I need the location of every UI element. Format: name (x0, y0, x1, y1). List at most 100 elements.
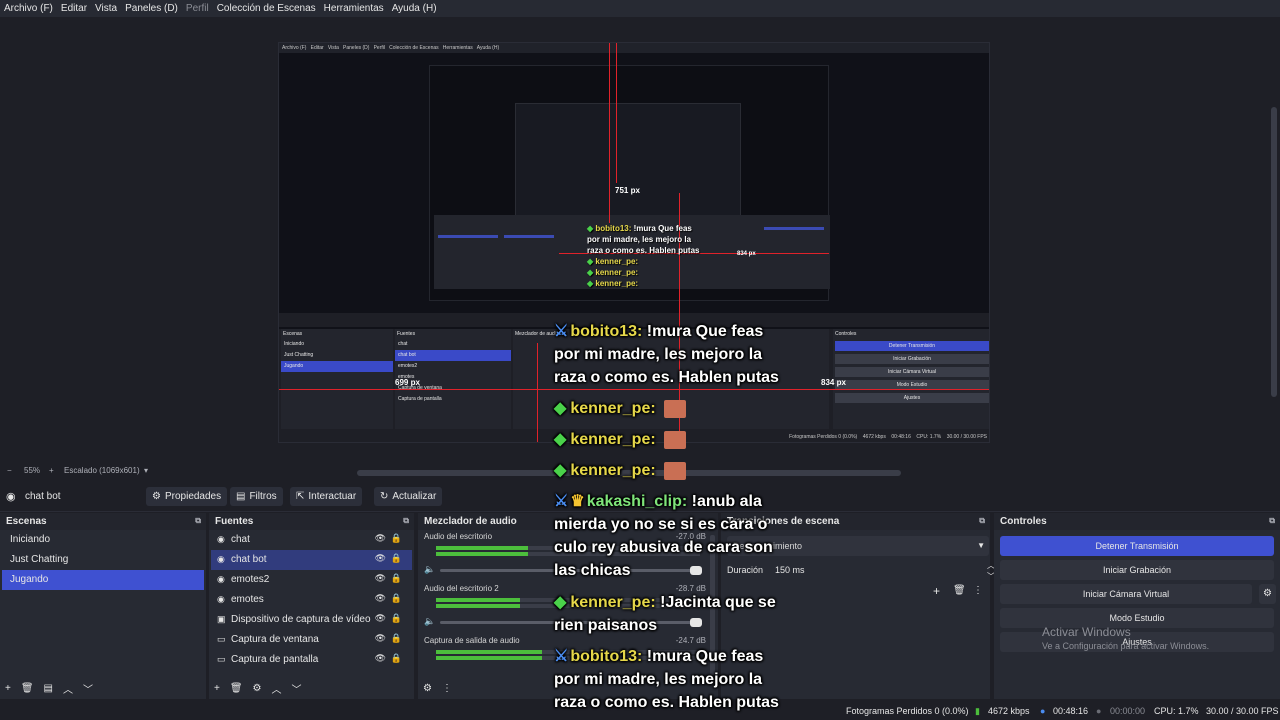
menu-help[interactable]: Ayuda (H) (392, 3, 437, 14)
selected-source-name: chat bot (25, 491, 61, 502)
emote-icon (664, 399, 687, 418)
nested-virtual-cam: Iniciar Cámara Virtual (835, 367, 989, 377)
eye-icon[interactable]: 👁 (375, 593, 386, 604)
scenes-dock: Escenas ⧉ Iniciando Just Chatting Jugando… (0, 513, 208, 699)
chat-username: kenner_pe: (570, 462, 661, 479)
undock-icon[interactable]: ⧉ (979, 516, 985, 526)
browser-icon: ◉ (217, 534, 225, 544)
scene-filters-icon[interactable]: ▤ (44, 683, 53, 694)
chat-username: kakashi_clip: (586, 493, 692, 510)
trash-icon[interactable]: 🗑 (230, 683, 243, 694)
undock-icon[interactable]: ⧉ (195, 516, 201, 526)
move-down-icon[interactable]: ﹀ (83, 681, 93, 696)
eye-icon[interactable]: 👁 (375, 613, 386, 624)
chat-text: por mi madre, les mejoro la (554, 671, 763, 688)
filter-icon: ▤ (236, 491, 246, 502)
duration-label: Duración (727, 565, 764, 575)
chat-message: ◆ kenner_pe: !Jacinta que se (554, 591, 776, 614)
scene-item-selected[interactable]: Jugando (2, 570, 204, 590)
subscriber-badge-icon: ◆ (554, 594, 567, 611)
chat-message: por mi madre, les mejoro la (554, 668, 762, 691)
menu-view[interactable]: Vista (95, 3, 117, 14)
trash-icon[interactable]: 🗑 (21, 683, 34, 694)
source-item[interactable]: ▣ Dispositivo de captura de vídeo 👁 🔒 (211, 610, 412, 630)
source-item[interactable]: ◉ emotes2 👁 🔒 (211, 570, 412, 590)
source-item[interactable]: ▭ Captura de ventana 👁 🔒 (211, 630, 412, 650)
eye-icon[interactable]: 👁 (375, 553, 386, 564)
chat-message: raza o como es. Hablen putas (554, 691, 779, 714)
sword-badge-icon: ⚔ (554, 648, 569, 665)
refresh-button[interactable]: ↻ Actualizar (374, 487, 443, 506)
more-options-icon[interactable]: ⋮ (973, 585, 983, 596)
gear-icon[interactable]: ⚙ (253, 683, 262, 694)
eye-icon[interactable]: 👁 (375, 573, 386, 584)
lock-icon[interactable]: 🔒 (391, 573, 402, 584)
eye-icon[interactable]: 👁 (375, 633, 386, 644)
source-item[interactable]: ▭ Captura de pantalla 👁 🔒 (211, 650, 412, 670)
source-item[interactable]: ◉ emotes 👁 🔒 (211, 590, 412, 610)
move-up-icon[interactable]: ︿ (272, 681, 282, 696)
lock-icon[interactable]: 🔒 (391, 533, 402, 544)
nested-preview-inner (515, 103, 741, 223)
duration-input[interactable]: 150 ms (775, 565, 805, 575)
virtual-camera-button[interactable]: Iniciar Cámara Virtual (1000, 584, 1252, 604)
gear-icon[interactable]: ⚙ (1259, 584, 1276, 604)
start-recording-button[interactable]: Iniciar Grabación (1000, 560, 1274, 580)
scale-mode[interactable]: Escalado (1069x601) (64, 466, 140, 475)
zoom-in-button[interactable]: + (49, 466, 54, 475)
source-item-selected[interactable]: ◉ chat bot 👁 🔒 (211, 550, 412, 570)
scene-item[interactable]: Iniciando (2, 530, 204, 550)
menu-file[interactable]: Archivo (F) (4, 3, 53, 14)
filters-button[interactable]: ▤ Filtros (230, 487, 283, 506)
windows-activation-watermark: Activar Windows Ve a Configuración para … (1042, 625, 1210, 651)
source-item[interactable]: ◉ chat 👁 🔒 (211, 530, 412, 550)
more-options-icon[interactable]: ⋮ (442, 683, 452, 694)
browser-icon: ◉ (217, 554, 225, 564)
chat-text: por mi madre, les mejoro la (554, 346, 763, 363)
eye-icon[interactable]: 👁 (375, 653, 386, 664)
chat-message: ◆ kenner_pe: (554, 428, 687, 451)
nested-stop-stream: Detener Transmisión (835, 341, 989, 351)
add-scene-icon[interactable]: + (5, 683, 11, 694)
menu-tools[interactable]: Herramientas (324, 3, 384, 14)
gear-icon[interactable]: ⚙ (423, 683, 432, 694)
lock-icon[interactable]: 🔒 (391, 593, 402, 604)
guide-line-vertical (609, 43, 610, 223)
lock-icon[interactable]: 🔒 (391, 633, 402, 644)
chat-text: !anub ala (691, 493, 762, 510)
chat-text: mierda yo no se si es cara o (554, 516, 768, 533)
undock-icon[interactable]: ⧉ (1269, 516, 1275, 526)
lock-icon[interactable]: 🔒 (391, 553, 402, 564)
add-source-icon[interactable]: + (214, 683, 220, 694)
chat-text: raza o como es. Hablen putas (554, 369, 779, 386)
zoom-out-button[interactable]: − (7, 466, 12, 475)
lock-icon[interactable]: 🔒 (391, 653, 402, 664)
channel-name: Captura de salida de audio (424, 636, 520, 645)
menu-edit[interactable]: Editar (61, 3, 87, 14)
eye-icon[interactable]: 👁 (375, 533, 386, 544)
chat-message: ◆ kenner_pe: (554, 397, 687, 420)
move-up-icon[interactable]: ︿ (63, 681, 73, 696)
trash-icon[interactable]: 🗑 (953, 585, 966, 596)
properties-button[interactable]: ⚙ Propiedades (146, 487, 228, 506)
speaker-icon[interactable]: 🔈 (424, 616, 435, 627)
scene-item[interactable]: Just Chatting (2, 550, 204, 570)
menu-scene-collection[interactable]: Colección de Escenas (217, 3, 316, 14)
fps: 30.00 / 30.00 FPS (1206, 706, 1279, 716)
emote-icon (664, 461, 687, 480)
chat-text: rien paisanos (554, 617, 658, 634)
stop-streaming-button[interactable]: Detener Transmisión (1000, 536, 1274, 556)
add-transition-icon[interactable]: + (933, 584, 940, 598)
stream-icon: ● (1040, 706, 1046, 716)
controls-title: Controles (1000, 516, 1047, 527)
record-time: 00:00:00 (1110, 706, 1146, 716)
scale-mode-caret-icon[interactable]: ▾ (144, 466, 148, 475)
interact-button[interactable]: ⇱ Interactuar (290, 487, 363, 506)
speaker-icon[interactable]: 🔈 (424, 564, 435, 575)
menu-docks[interactable]: Paneles (D) (125, 3, 178, 14)
undock-icon[interactable]: ⧉ (403, 516, 409, 526)
lock-icon[interactable]: 🔒 (391, 613, 402, 624)
preview-vertical-scrollbar[interactable] (1268, 17, 1280, 465)
menu-profile[interactable]: Perfil (186, 3, 209, 14)
move-down-icon[interactable]: ﹀ (292, 681, 302, 696)
